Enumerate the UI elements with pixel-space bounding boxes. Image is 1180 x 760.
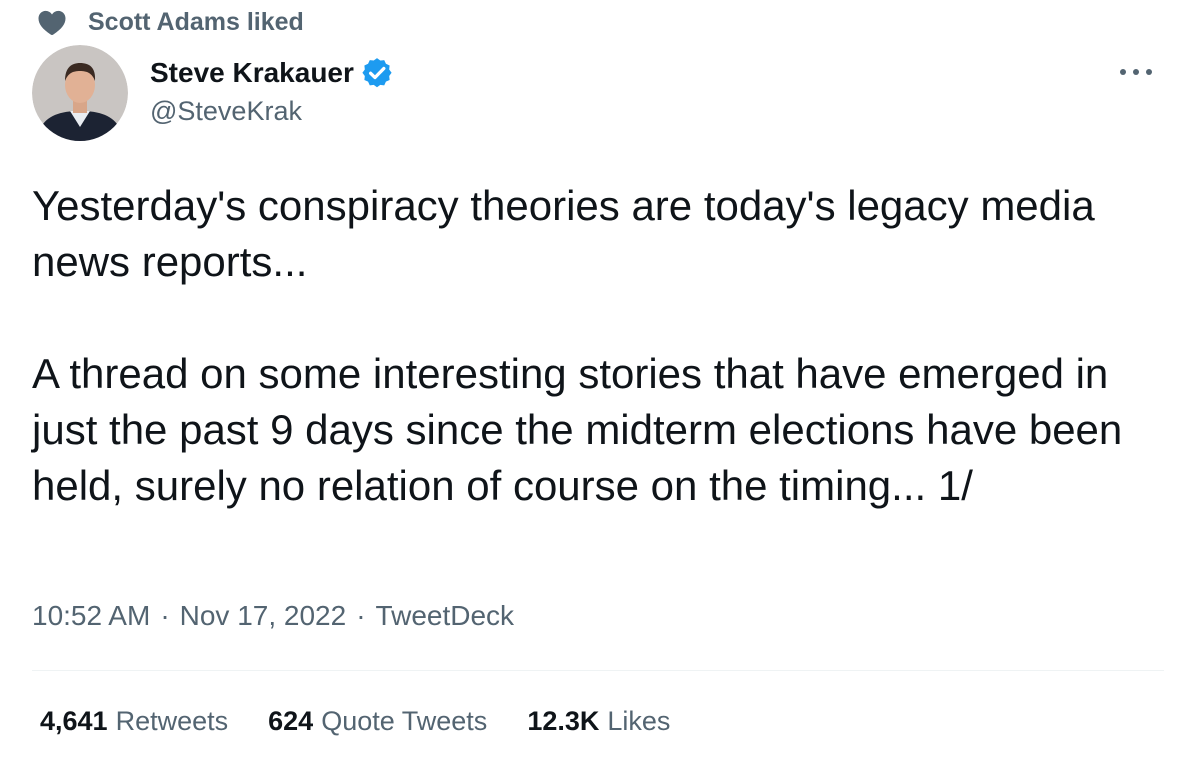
tweet-time[interactable]: 10:52 AM	[32, 600, 150, 632]
tweet-meta: 10:52 AM · Nov 17, 2022 · TweetDeck	[32, 600, 514, 632]
author-display-name[interactable]: Steve Krakauer	[150, 57, 354, 89]
verified-badge-icon	[360, 56, 394, 90]
quote-tweets-count: 624	[268, 706, 314, 736]
tweet-date[interactable]: Nov 17, 2022	[180, 600, 347, 632]
retweets-count: 4,641	[40, 706, 108, 736]
more-options-button[interactable]	[1116, 58, 1156, 86]
author-handle[interactable]: @SteveKrak	[150, 96, 394, 127]
social-context-text[interactable]: Scott Adams liked	[88, 8, 304, 37]
engagement-stats: 4,641 Retweets 624 Quote Tweets 12.3K Li…	[40, 706, 710, 737]
tweet-text: Yesterday's conspiracy theories are toda…	[32, 178, 1152, 514]
divider	[32, 670, 1164, 671]
quote-tweets-label: Quote Tweets	[321, 706, 488, 736]
more-dots-icon	[1120, 69, 1152, 75]
quote-tweets-stat[interactable]: 624 Quote Tweets	[268, 706, 487, 737]
retweets-label: Retweets	[115, 706, 229, 736]
avatar[interactable]	[32, 45, 128, 141]
author-block: Steve Krakauer @SteveKrak	[150, 54, 394, 127]
social-context: Scott Adams liked	[36, 6, 304, 38]
meta-separator: ·	[356, 600, 366, 631]
tweet-paragraph: A thread on some interesting stories tha…	[32, 350, 1123, 509]
retweets-stat[interactable]: 4,641 Retweets	[40, 706, 228, 737]
meta-separator: ·	[160, 600, 170, 631]
likes-stat[interactable]: 12.3K Likes	[527, 706, 670, 737]
author-name-row: Steve Krakauer	[150, 54, 394, 92]
tweet-source[interactable]: TweetDeck	[376, 600, 515, 632]
likes-count: 12.3K	[527, 706, 600, 736]
heart-icon	[36, 7, 68, 37]
tweet-paragraph: Yesterday's conspiracy theories are toda…	[32, 182, 1095, 285]
likes-label: Likes	[607, 706, 671, 736]
